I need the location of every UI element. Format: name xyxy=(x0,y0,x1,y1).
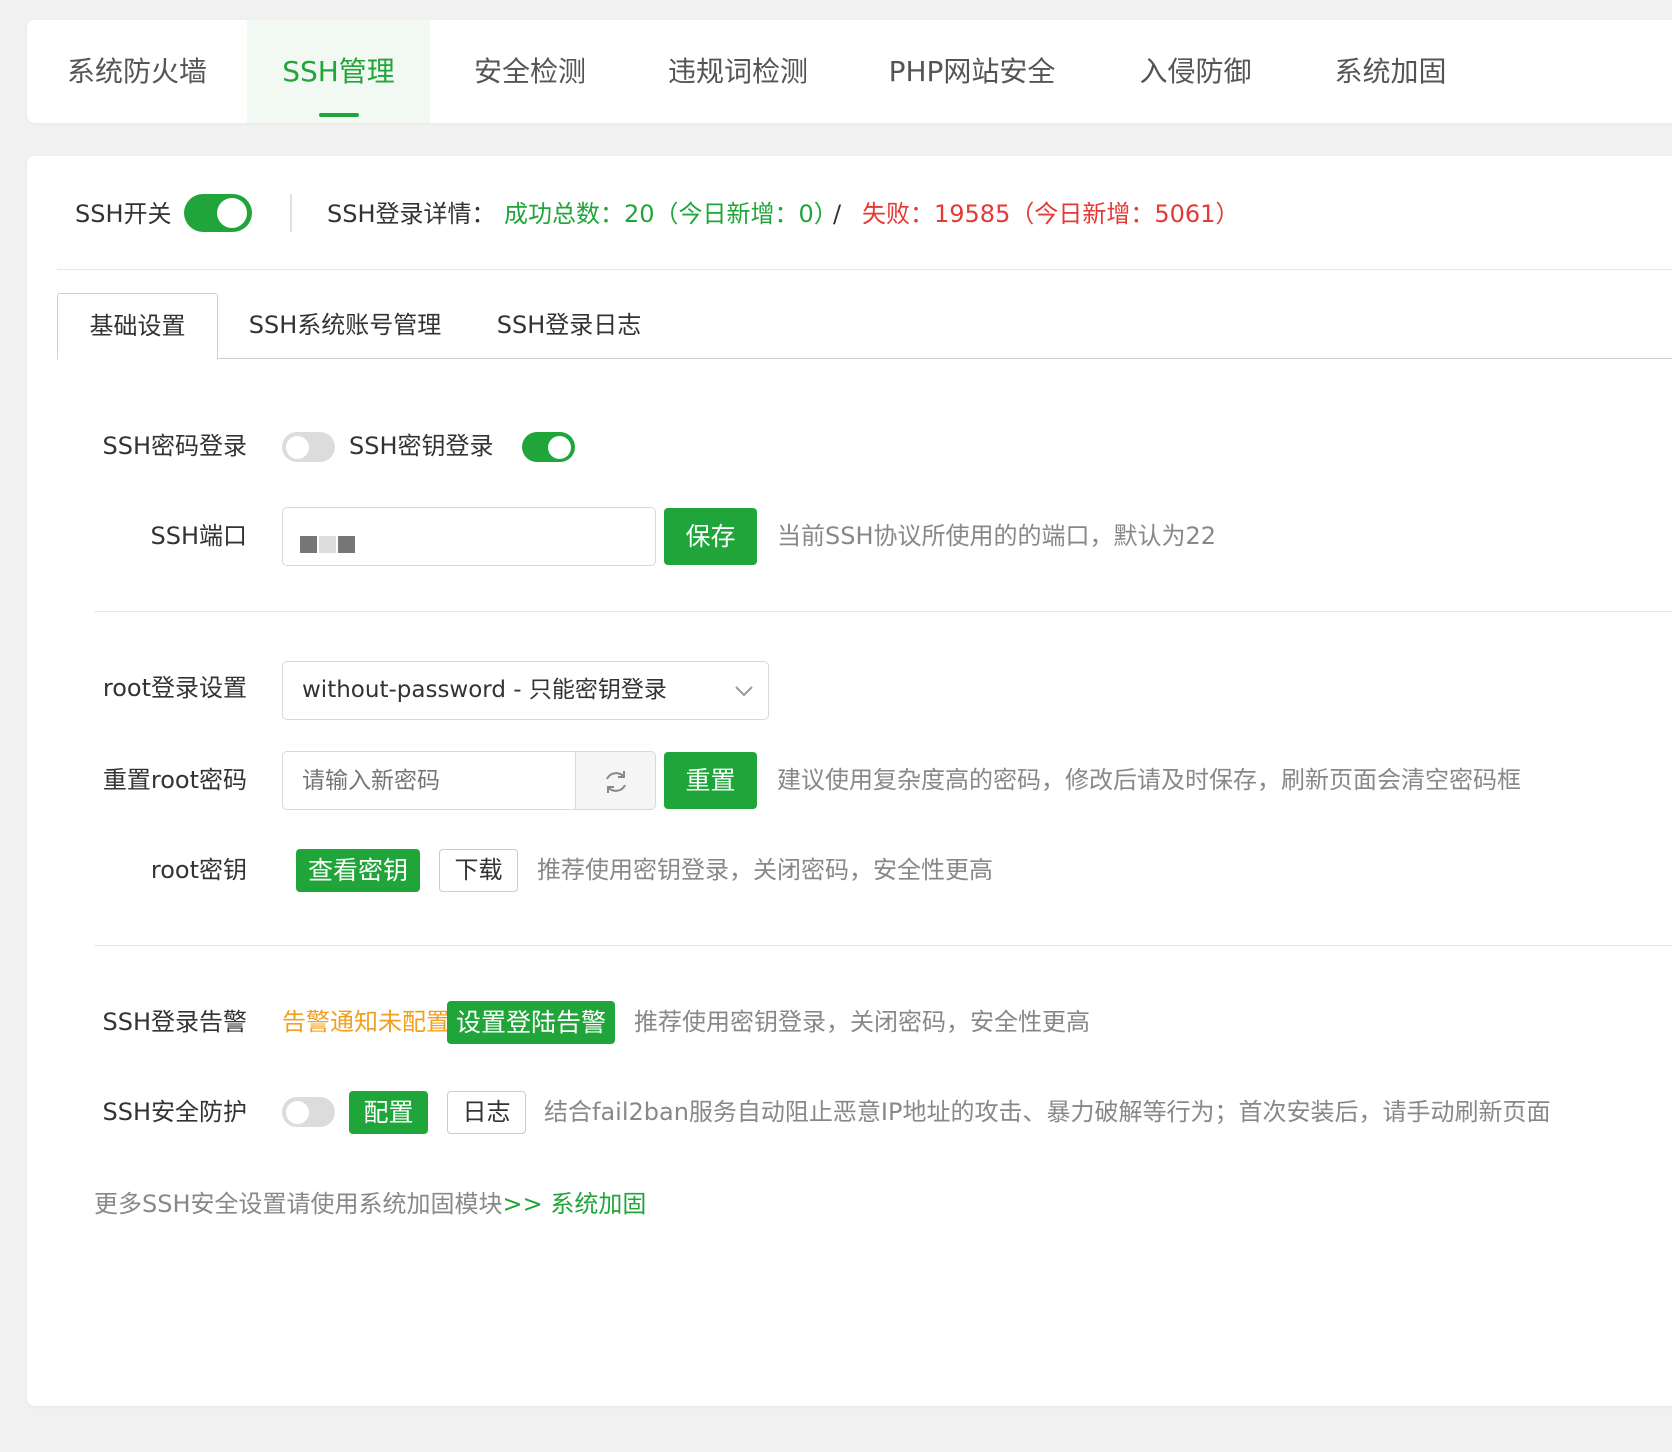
footer-note: 更多SSH安全设置请使用系统加固模块>> 系统加固 xyxy=(94,1189,646,1219)
tab-violation-words[interactable]: 违规词检测 xyxy=(630,20,846,123)
refresh-icon xyxy=(606,771,626,793)
login-fail-count: 失败：19585（今日新增：5061） xyxy=(862,200,1240,228)
redacted-block xyxy=(319,536,336,553)
tab-firewall[interactable]: 系统防火墙 xyxy=(27,20,247,123)
switch-knob xyxy=(286,435,309,459)
password-login-switch[interactable] xyxy=(282,432,335,462)
download-key-button[interactable]: 下载 xyxy=(439,849,518,892)
divider xyxy=(290,194,292,232)
root-login-select[interactable]: without-password - 只能密钥登录 xyxy=(282,661,769,720)
system-hardening-link[interactable]: >> 系统加固 xyxy=(503,1190,647,1218)
config-button[interactable]: 配置 xyxy=(349,1091,428,1134)
switch-knob xyxy=(217,198,247,228)
tab-php-security[interactable]: PHP网站安全 xyxy=(846,20,1098,123)
chevron-down-icon xyxy=(735,686,753,697)
login-alert-hint: 推荐使用密钥登录，关闭密码，安全性更高 xyxy=(634,1008,1090,1036)
status-divider xyxy=(57,269,1672,270)
security-protection-hint: 结合fail2ban服务自动阻止恶意IP地址的攻击、暴力破解等行为；首次安装后，… xyxy=(544,1098,1551,1126)
key-login-switch[interactable] xyxy=(522,432,575,462)
footer-text: 更多SSH安全设置请使用系统加固模块 xyxy=(94,1190,503,1218)
subtab-account-management[interactable]: SSH系统账号管理 xyxy=(238,293,452,358)
port-hint: 当前SSH协议所使用的的端口，默认为22 xyxy=(777,522,1217,550)
security-protection-label: SSH安全防护 xyxy=(102,1098,247,1126)
key-login-label: SSH密钥登录 xyxy=(349,432,494,460)
active-tab-indicator xyxy=(318,113,359,117)
new-password-input[interactable] xyxy=(282,751,576,810)
subtab-basic-settings[interactable]: 基础设置 xyxy=(57,293,218,360)
root-login-selected-value: without-password - 只能密钥登录 xyxy=(302,677,667,703)
switch-knob xyxy=(548,435,571,459)
main-panel: SSH开关 SSH登录详情： 成功总数：20（今日新增：0） / 失败：1958… xyxy=(27,156,1672,1406)
ssh-login-details-label: SSH登录详情： xyxy=(327,200,496,228)
log-button[interactable]: 日志 xyxy=(447,1091,526,1134)
root-key-label: root密钥 xyxy=(150,856,247,884)
view-key-button[interactable]: 查看密钥 xyxy=(296,849,420,892)
set-login-alert-button[interactable]: 设置登陆告警 xyxy=(447,1001,615,1044)
tab-ssh[interactable]: SSH管理 xyxy=(247,20,430,123)
ssh-switch-label: SSH开关 xyxy=(75,200,172,228)
tab-system-hardening[interactable]: 系统加固 xyxy=(1293,20,1488,123)
login-alert-label: SSH登录告警 xyxy=(102,1008,247,1036)
root-login-label: root登录设置 xyxy=(102,674,247,702)
ssh-switch[interactable] xyxy=(184,194,252,232)
redacted-block xyxy=(300,536,317,553)
login-success-count: 成功总数：20（今日新增：0） xyxy=(504,200,838,228)
security-protection-switch[interactable] xyxy=(282,1097,335,1127)
tab-intrusion-defense[interactable]: 入侵防御 xyxy=(1098,20,1293,123)
root-key-hint: 推荐使用密钥登录，关闭密码，安全性更高 xyxy=(537,856,993,884)
reset-password-label: 重置root密码 xyxy=(102,766,247,794)
reset-password-button[interactable]: 重置 xyxy=(664,752,757,809)
password-login-label: SSH密码登录 xyxy=(102,432,247,460)
switch-knob xyxy=(286,1100,309,1124)
ssh-port-input[interactable] xyxy=(282,507,656,566)
subtab-login-log[interactable]: SSH登录日志 xyxy=(482,293,656,358)
section-divider xyxy=(94,611,1672,612)
separator: / xyxy=(833,200,842,228)
alert-status: 告警通知未配置 xyxy=(282,1008,450,1036)
subtab-baseline xyxy=(57,358,1672,359)
reset-password-hint: 建议使用复杂度高的密码，修改后请及时保存，刷新页面会清空密码框 xyxy=(777,766,1521,794)
generate-password-button[interactable] xyxy=(575,751,656,810)
redacted-block xyxy=(338,536,355,553)
tab-security-scan[interactable]: 安全检测 xyxy=(430,20,630,123)
save-port-button[interactable]: 保存 xyxy=(664,508,757,565)
ssh-port-label: SSH端口 xyxy=(150,522,247,550)
tab-ssh-label: SSH管理 xyxy=(282,55,395,88)
section-divider xyxy=(94,945,1672,946)
top-nav: 系统防火墙 SSH管理 安全检测 违规词检测 PHP网站安全 入侵防御 系统加固 xyxy=(27,20,1672,123)
